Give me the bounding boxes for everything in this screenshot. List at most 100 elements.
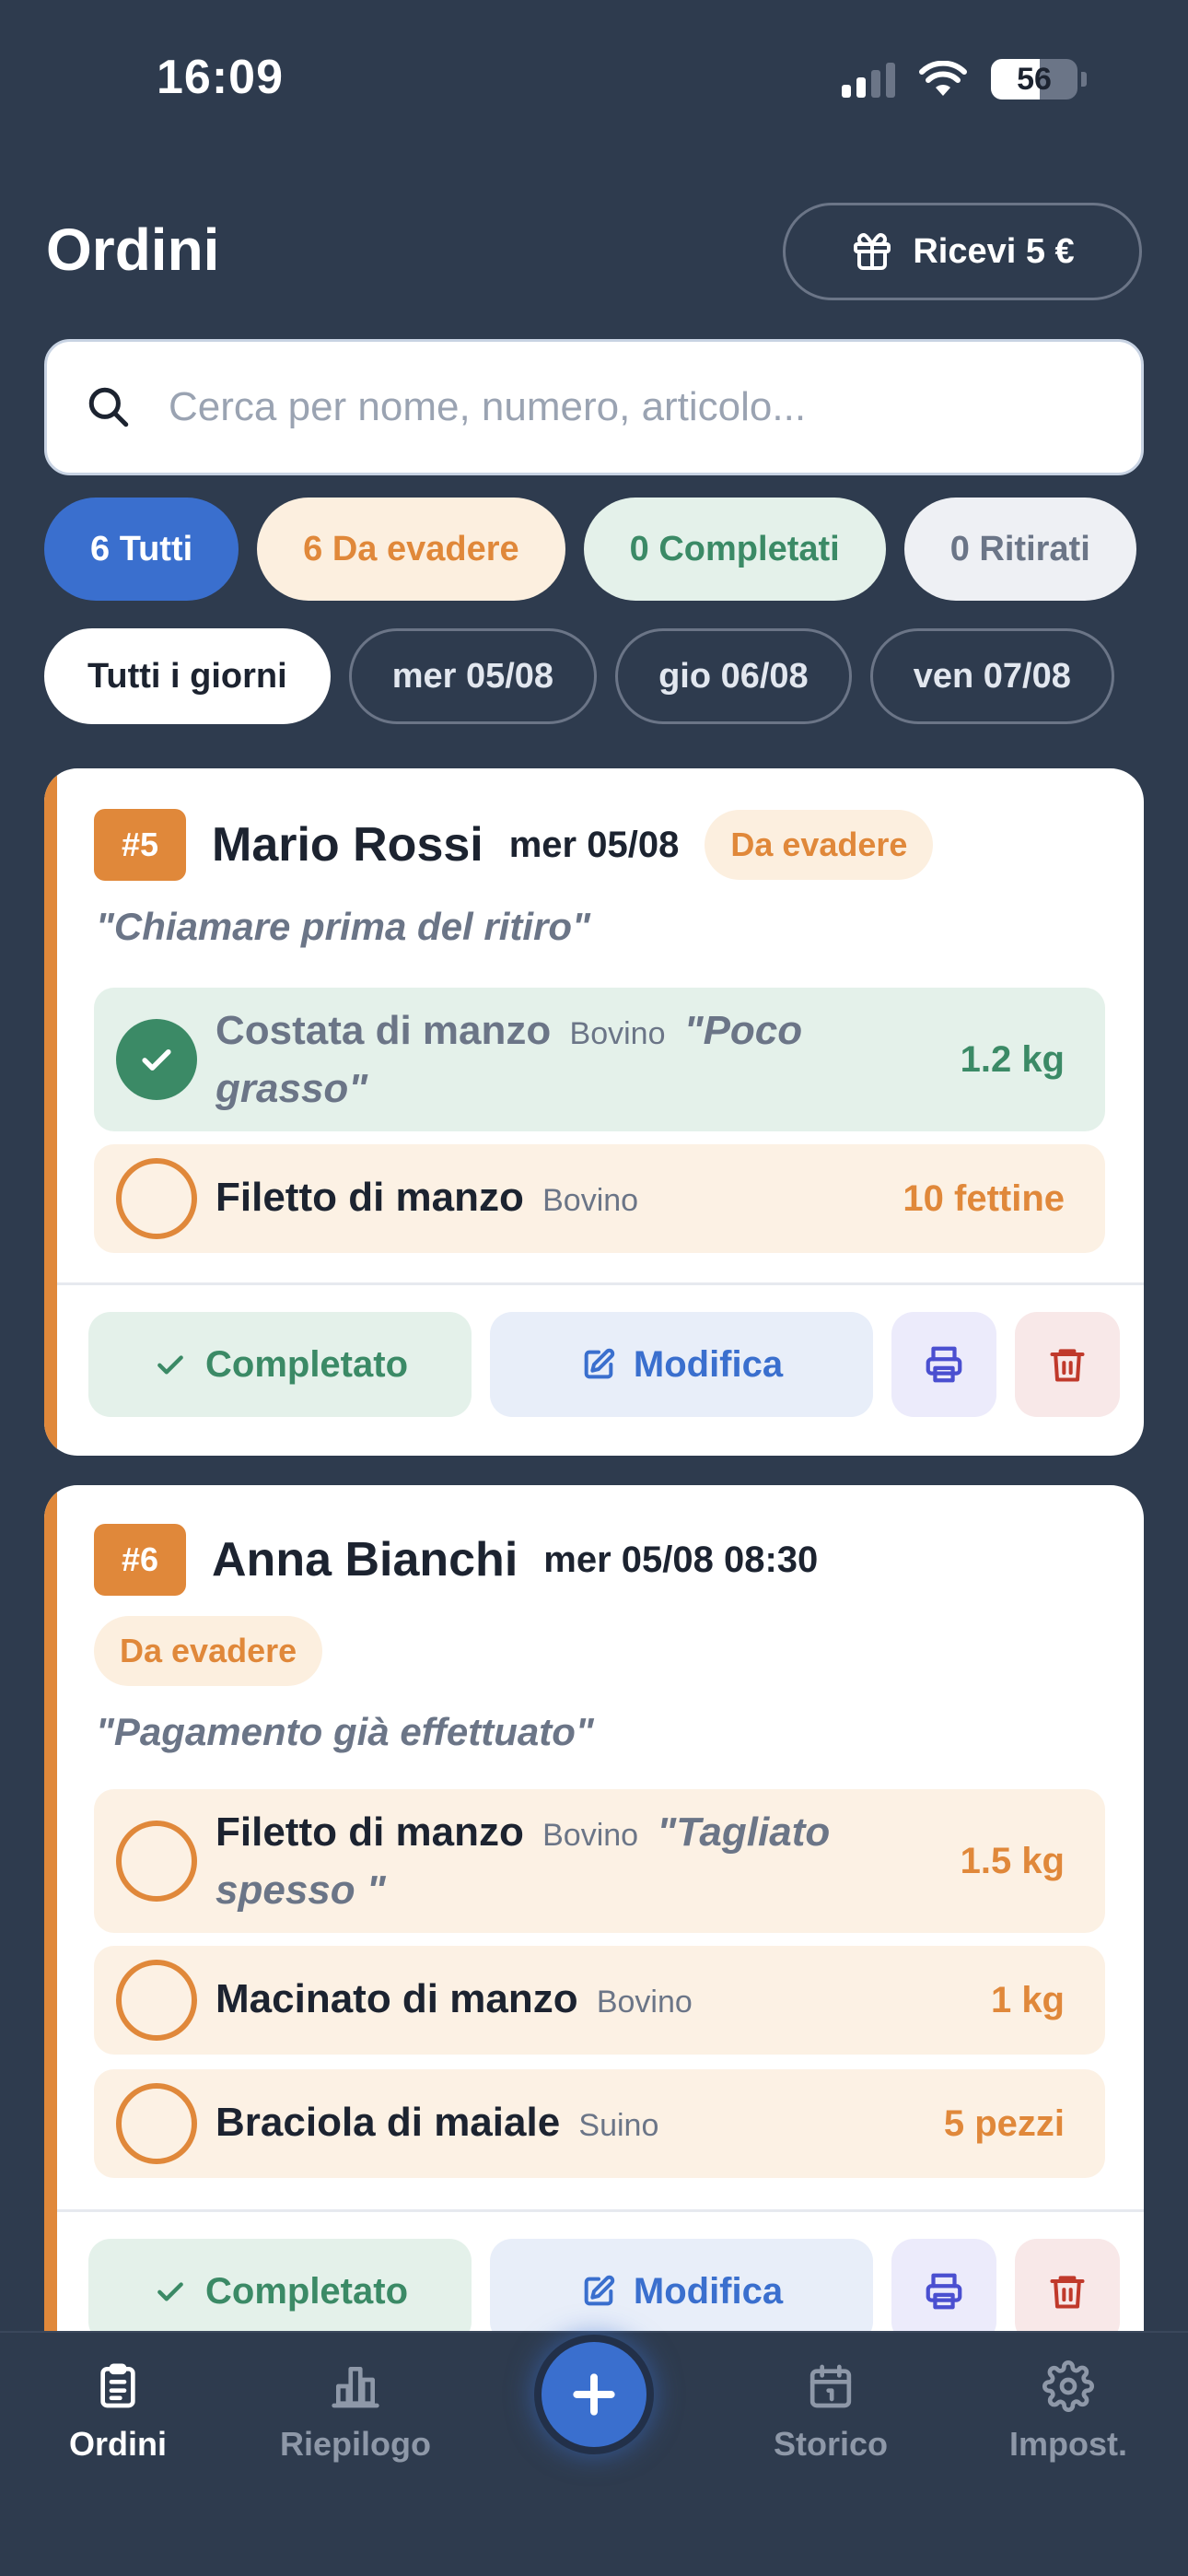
day-filter-thu[interactable]: gio 06/08 bbox=[615, 628, 852, 724]
trash-icon bbox=[1050, 2276, 1085, 2309]
order-number: #6 bbox=[94, 1524, 186, 1596]
nav-label: Riepilogo bbox=[280, 2425, 431, 2463]
add-order-button[interactable] bbox=[534, 2335, 654, 2454]
clipboard-icon bbox=[100, 2363, 135, 2408]
item-text: Braciola di maiale Suino bbox=[215, 2095, 926, 2153]
item-category: Bovino bbox=[542, 1817, 639, 1853]
item-checkbox[interactable] bbox=[116, 1158, 197, 1239]
item-checkbox[interactable] bbox=[116, 1821, 197, 1902]
gift-icon bbox=[854, 233, 891, 270]
page-title: Ordini bbox=[46, 217, 220, 283]
status-badge: Da evadere bbox=[705, 810, 934, 880]
order-date: mer 05/08 08:30 bbox=[543, 1539, 819, 1580]
printer-icon bbox=[926, 1346, 962, 1383]
check-icon bbox=[142, 1049, 171, 1071]
order-actions: Completato Modifica bbox=[88, 1312, 1120, 1417]
edit-label: Modifica bbox=[633, 2270, 784, 2312]
edit-button[interactable]: Modifica bbox=[490, 2239, 873, 2344]
delete-button[interactable] bbox=[1015, 1312, 1120, 1417]
battery-icon: 56 bbox=[991, 59, 1087, 100]
item-text: Macinato di manzo Bovino bbox=[215, 1972, 973, 2030]
item-text: Filetto di manzo Bovino "Tagliato spesso… bbox=[215, 1805, 942, 1918]
edit-button[interactable]: Modifica bbox=[490, 1312, 873, 1417]
complete-label: Completato bbox=[205, 1343, 408, 1385]
trash-icon bbox=[1050, 1349, 1085, 1382]
nav-orders[interactable]: Ordini bbox=[17, 2360, 219, 2464]
order-item: Costata di manzo Bovino "Poco grasso" 1.… bbox=[94, 988, 1105, 1131]
item-name: Braciola di maiale bbox=[215, 2099, 561, 2145]
item-category: Bovino bbox=[542, 1182, 639, 1218]
search-icon bbox=[88, 387, 129, 427]
battery-level: 56 bbox=[1017, 61, 1052, 97]
order-header: #5 Mario Rossi mer 05/08 Da evadere bbox=[94, 809, 934, 881]
day-filter-fri[interactable]: ven 07/08 bbox=[869, 628, 1114, 724]
item-quantity: 5 pezzi bbox=[943, 2102, 1065, 2144]
item-name: Filetto di manzo bbox=[215, 1809, 524, 1855]
item-category: Bovino bbox=[569, 1015, 666, 1051]
edit-icon bbox=[584, 2275, 615, 2306]
complete-button[interactable]: Completato bbox=[88, 1312, 472, 1417]
order-date: mer 05/08 bbox=[508, 824, 680, 865]
day-filter-all[interactable]: Tutti i giorni bbox=[44, 628, 331, 724]
item-quantity: 10 fettine bbox=[903, 1177, 1065, 1219]
nav-label: Ordini bbox=[69, 2425, 167, 2463]
filter-pending[interactable]: 6 Da evadere bbox=[257, 498, 565, 601]
item-category: Suino bbox=[578, 2107, 659, 2143]
filter-picked-up[interactable]: 0 Ritirati bbox=[903, 498, 1136, 601]
order-item: Filetto di manzo Bovino "Tagliato spesso… bbox=[94, 1789, 1105, 1933]
status-filter-row: 6 Tutti 6 Da evadere 0 Completati 0 Riti… bbox=[44, 498, 1144, 601]
complete-button[interactable]: Completato bbox=[88, 2239, 472, 2344]
search-bar bbox=[44, 339, 1144, 475]
customer-name: Mario Rossi bbox=[212, 818, 483, 872]
edit-label: Modifica bbox=[633, 1343, 784, 1385]
item-text: Costata di manzo Bovino "Poco grasso" bbox=[215, 1003, 942, 1117]
printer-icon bbox=[926, 2273, 962, 2310]
card-divider bbox=[57, 2209, 1144, 2212]
order-actions: Completato Modifica bbox=[88, 2239, 1120, 2344]
order-note: "Chiamare prima del ritiro" bbox=[96, 905, 590, 948]
order-number: #5 bbox=[94, 809, 186, 881]
item-checkbox[interactable] bbox=[116, 1019, 197, 1100]
status-badge: Da evadere bbox=[94, 1616, 323, 1686]
complete-label: Completato bbox=[205, 2270, 408, 2312]
print-button[interactable] bbox=[891, 1312, 996, 1417]
edit-icon bbox=[584, 1348, 615, 1379]
status-icons: 56 bbox=[842, 59, 1087, 100]
day-filter-wed[interactable]: mer 05/08 bbox=[348, 628, 598, 724]
item-quantity: 1 kg bbox=[990, 1979, 1065, 2020]
order-header: #6 Anna Bianchi mer 05/08 08:30 bbox=[94, 1524, 818, 1596]
order-item: Braciola di maiale Suino 5 pezzi bbox=[94, 2069, 1105, 2178]
item-quantity: 1.2 kg bbox=[960, 1038, 1065, 1080]
filter-completed[interactable]: 0 Completati bbox=[583, 498, 886, 601]
order-card[interactable]: #5 Mario Rossi mer 05/08 Da evadere "Chi… bbox=[44, 768, 1144, 1456]
check-icon bbox=[157, 1355, 183, 1375]
item-name: Filetto di manzo bbox=[215, 1174, 524, 1220]
status-bar: 16:09 56 bbox=[0, 0, 1188, 157]
signal-icon bbox=[842, 61, 895, 98]
item-text: Filetto di manzo Bovino bbox=[215, 1170, 884, 1228]
nav-settings[interactable]: Impost. bbox=[967, 2360, 1170, 2464]
nav-summary[interactable]: Riepilogo bbox=[254, 2360, 457, 2464]
filter-all[interactable]: 6 Tutti bbox=[44, 498, 239, 601]
wifi-icon bbox=[919, 61, 967, 96]
order-item: Macinato di manzo Bovino 1 kg bbox=[94, 1946, 1105, 2055]
plus-icon bbox=[573, 2373, 615, 2416]
nav-history[interactable]: Storico bbox=[729, 2360, 932, 2464]
nav-label: Storico bbox=[773, 2425, 888, 2463]
item-name: Macinato di manzo bbox=[215, 1975, 578, 2021]
item-checkbox[interactable] bbox=[116, 1960, 197, 2041]
item-checkbox[interactable] bbox=[116, 2083, 197, 2164]
customer-name: Anna Bianchi bbox=[212, 1533, 518, 1587]
print-button[interactable] bbox=[891, 2239, 996, 2344]
promo-label: Ricevi 5 € bbox=[913, 231, 1075, 271]
item-name: Costata di manzo bbox=[215, 1007, 552, 1053]
nav-label: Impost. bbox=[1008, 2425, 1127, 2463]
delete-button[interactable] bbox=[1015, 2239, 1120, 2344]
promo-button[interactable]: Ricevi 5 € bbox=[783, 203, 1142, 300]
check-icon bbox=[157, 2282, 183, 2301]
day-filter-row: Tutti i giorni mer 05/08 gio 06/08 ven 0… bbox=[44, 628, 1144, 724]
search-input[interactable] bbox=[169, 384, 1141, 430]
item-quantity: 1.5 kg bbox=[960, 1840, 1065, 1881]
order-item: Filetto di manzo Bovino 10 fettine bbox=[94, 1144, 1105, 1253]
item-category: Bovino bbox=[596, 1984, 693, 2020]
